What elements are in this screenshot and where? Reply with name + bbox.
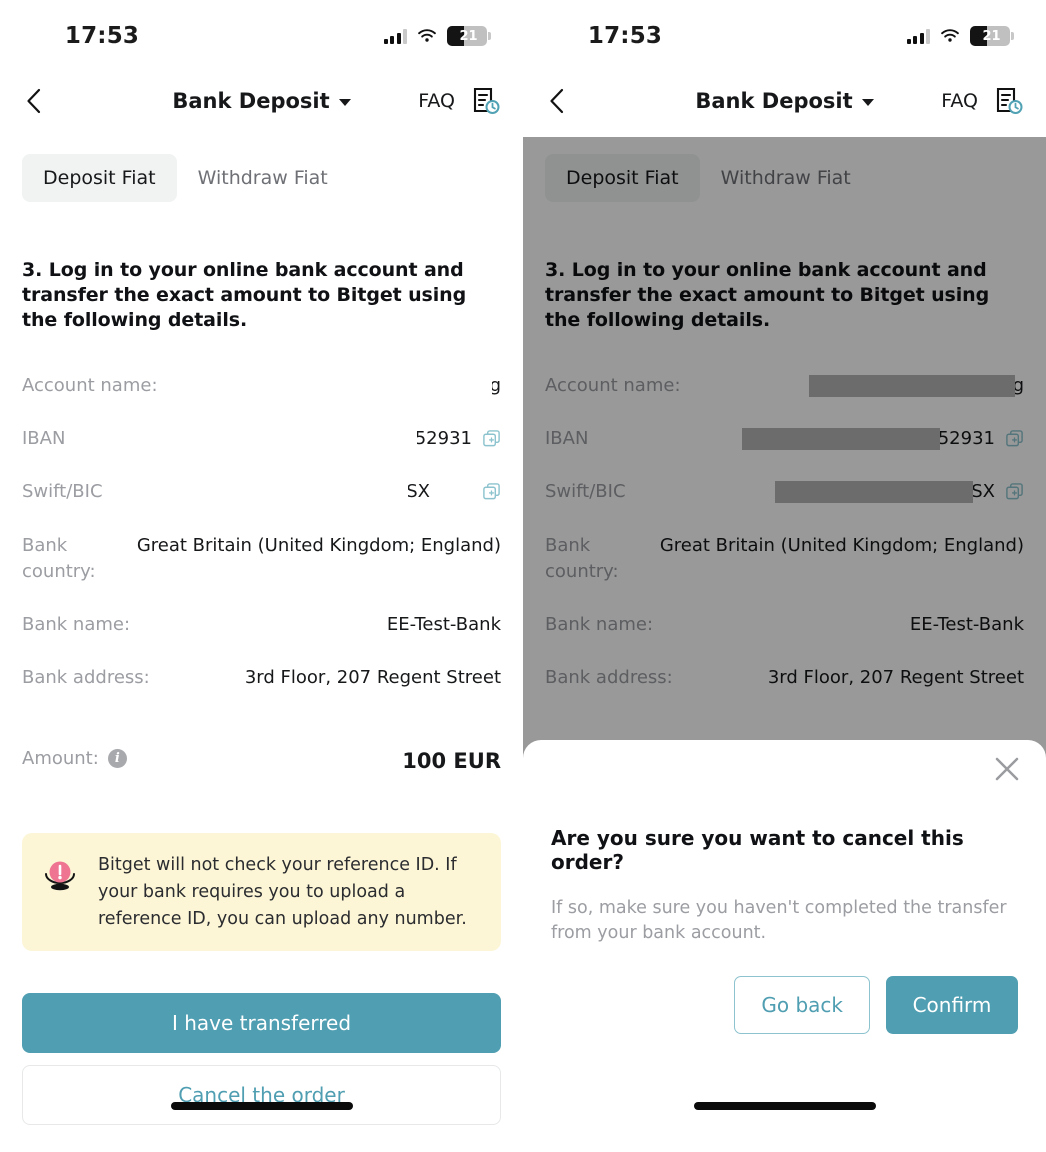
- status-bar-indicators: 21: [383, 26, 491, 46]
- faq-link[interactable]: FAQ: [418, 90, 455, 112]
- tab-withdraw-fiat[interactable]: Withdraw Fiat: [177, 154, 349, 202]
- detail-value: g: [285, 373, 501, 399]
- alert-exclamation-icon: [45, 861, 75, 891]
- tab-deposit-fiat[interactable]: Deposit Fiat: [22, 154, 177, 202]
- cellular-signal-icon: [383, 28, 407, 44]
- detail-row-iban: IBAN 52931: [22, 412, 501, 465]
- nav-right-actions: FAQ: [941, 86, 1024, 116]
- modal-actions: Go back Confirm: [734, 976, 1018, 1034]
- status-bar-indicators: 21: [906, 26, 1014, 46]
- detail-value-text: SX: [406, 481, 430, 503]
- home-indicator: [170, 1102, 353, 1110]
- detail-value-text: 52931: [414, 428, 472, 450]
- back-chevron-icon[interactable]: [20, 88, 46, 114]
- copy-icon[interactable]: [482, 429, 501, 448]
- detail-label-amount: Amount: i: [22, 746, 127, 772]
- wifi-icon: [941, 29, 959, 42]
- nav-right-actions: FAQ: [418, 86, 501, 116]
- modal-title: Are you sure you want to cancel this ord…: [551, 826, 964, 874]
- cancel-order-modal: Are you sure you want to cancel this ord…: [523, 740, 1046, 1152]
- home-indicator: [693, 1102, 876, 1110]
- cancel-the-order-button[interactable]: Cancel the order: [22, 1065, 501, 1126]
- back-chevron-icon[interactable]: [543, 88, 569, 114]
- amount-value: 100 EUR: [402, 748, 501, 773]
- document-clock-icon[interactable]: [471, 86, 501, 116]
- detail-value: SX: [210, 479, 430, 505]
- detail-row-bank-name: Bank name: EE-Test-Bank: [22, 598, 501, 651]
- step-instruction-title: 3. Log in to your online bank account an…: [22, 259, 467, 332]
- detail-label: IBAN: [22, 428, 66, 450]
- status-bar: 17:53 21: [0, 0, 523, 72]
- detail-row-account-name: Account name: g: [22, 359, 501, 412]
- main-content: Deposit Fiat Withdraw Fiat 3. Log in to …: [0, 154, 523, 1126]
- go-back-button[interactable]: Go back: [734, 976, 870, 1034]
- cellular-signal-icon: [906, 28, 930, 44]
- status-bar-time: 17:53: [587, 23, 663, 49]
- battery-icon: 21: [447, 26, 491, 46]
- nav-bar: Bank Deposit FAQ: [0, 72, 523, 130]
- warning-text: Bitget will not check your reference ID.…: [98, 855, 467, 929]
- redaction-bar: [210, 481, 409, 504]
- reference-id-warning-banner: Bitget will not check your reference ID.…: [22, 833, 501, 952]
- detail-label: Bank address:: [22, 666, 150, 688]
- phone-screen-right: 17:53 21 Bank Deposit FAQ Deposit Fiat W…: [523, 0, 1046, 1152]
- nav-bar: Bank Deposit FAQ: [523, 72, 1046, 130]
- battery-level: 21: [982, 28, 1001, 44]
- detail-label: Bank name:: [22, 613, 131, 635]
- tab-bar: Deposit Fiat Withdraw Fiat: [22, 154, 501, 202]
- info-icon[interactable]: i: [107, 749, 127, 769]
- i-have-transferred-button[interactable]: I have transferred: [22, 993, 501, 1054]
- redaction-bar: [218, 428, 417, 451]
- status-bar-time: 17:53: [64, 23, 140, 49]
- modal-subtitle: If so, make sure you haven't completed t…: [551, 898, 1007, 944]
- dual-screenshot-container: 17:53 21 Bank Deposit FAQ Deposit Fiat W…: [0, 0, 1046, 1152]
- detail-row-bank-address: Bank address: 3rd Floor, 207 Regent Stre…: [22, 651, 501, 704]
- document-clock-icon[interactable]: [994, 86, 1024, 116]
- detail-row-bank-country: Bank country: Great Britain (United King…: [22, 519, 501, 598]
- detail-value-wrap: g: [172, 373, 501, 399]
- page-title-text: Bank Deposit: [172, 89, 330, 113]
- close-icon[interactable]: [992, 754, 1022, 784]
- detail-label: Swift/BIC: [22, 481, 103, 503]
- detail-label: Bank country:: [22, 534, 96, 582]
- detail-value-wrap: SX: [117, 479, 501, 505]
- detail-value: 52931: [218, 426, 472, 452]
- wifi-icon: [418, 29, 436, 42]
- amount-label-text: Amount:: [22, 747, 99, 769]
- phone-screen-left: 17:53 21 Bank Deposit FAQ Deposit Fiat W…: [0, 0, 523, 1152]
- detail-row-swift-bic: Swift/BIC SX: [22, 465, 501, 518]
- detail-value: Great Britain (United Kingdom; England): [136, 534, 501, 556]
- battery-icon: 21: [970, 26, 1014, 46]
- battery-level: 21: [459, 28, 478, 44]
- detail-value: EE-Test-Bank: [386, 613, 501, 635]
- detail-value-wrap: 52931: [79, 426, 501, 452]
- detail-label: Account name:: [22, 375, 158, 397]
- detail-value: 3rd Floor, 207 Regent Street: [244, 666, 501, 688]
- copy-icon[interactable]: [482, 482, 501, 501]
- chevron-down-icon[interactable]: [338, 99, 351, 106]
- chevron-down-icon[interactable]: [861, 99, 874, 106]
- bank-details-list: Account name: g IBAN 52931 Swift/BIC SX …: [22, 359, 501, 789]
- redaction-bar: [285, 375, 492, 398]
- detail-row-amount: Amount: i 100 EUR: [22, 726, 501, 789]
- page-title-text: Bank Deposit: [695, 89, 853, 113]
- confirm-button[interactable]: Confirm: [886, 976, 1018, 1034]
- faq-link[interactable]: FAQ: [941, 90, 978, 112]
- status-bar: 17:53 21: [523, 0, 1046, 72]
